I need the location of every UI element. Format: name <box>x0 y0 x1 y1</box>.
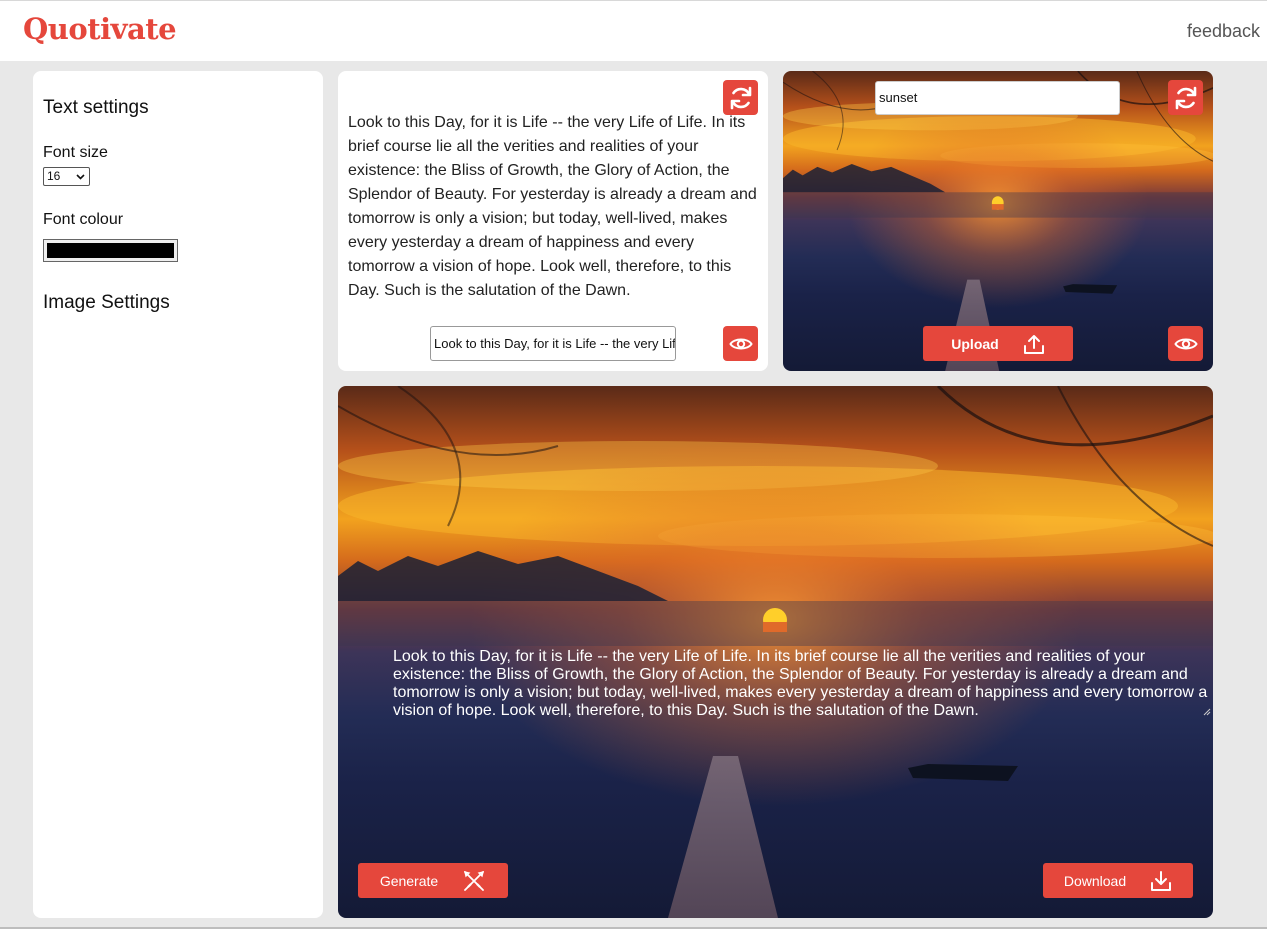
font-size-label: Font size <box>43 144 108 161</box>
preview-canvas: Look to this Day, for it is Life -- the … <box>338 386 1213 918</box>
eye-icon <box>1173 338 1198 349</box>
refresh-quote-button[interactable] <box>723 80 758 115</box>
refresh-icon <box>730 86 751 109</box>
generate-label: Generate <box>379 872 439 889</box>
toggle-image-visibility-button[interactable] <box>1168 326 1203 361</box>
font-colour-label: Font colour <box>43 211 124 228</box>
settings-sidebar: Text settings Font size 16 Font colour I… <box>33 71 323 918</box>
colour-swatch <box>47 243 174 258</box>
refresh-image-button[interactable] <box>1168 80 1203 115</box>
image-settings-heading: Image Settings <box>43 292 170 313</box>
upload-icon <box>1023 334 1044 354</box>
app-logo[interactable]: Quotivate <box>23 12 177 46</box>
download-label: Download <box>1063 872 1127 889</box>
quote-input[interactable]: Look to this Day, for it is Life -- the … <box>430 326 676 361</box>
feedback-link[interactable]: feedback <box>1187 21 1260 42</box>
overlay-quote-text[interactable]: Look to this Day, for it is Life -- the … <box>393 648 1213 720</box>
upload-button[interactable]: Upload <box>923 326 1073 361</box>
font-colour-picker[interactable] <box>43 239 178 262</box>
refresh-icon <box>1175 86 1196 109</box>
toggle-quote-visibility-button[interactable] <box>723 326 758 361</box>
eye-icon <box>728 338 753 349</box>
top-bar: Quotivate feedback <box>0 0 1267 61</box>
quote-text: Look to this Day, for it is Life -- the … <box>348 114 757 299</box>
text-settings-heading: Text settings <box>43 97 149 118</box>
font-size-value: 16 <box>47 169 61 183</box>
generate-button[interactable]: Generate <box>358 863 508 898</box>
chevron-down-icon <box>75 168 86 191</box>
image-panel: sunset Upload <box>783 71 1213 371</box>
image-search-input[interactable]: sunset <box>875 81 1120 115</box>
download-icon <box>1151 870 1172 891</box>
upload-label: Upload <box>951 335 999 352</box>
resize-handle-icon[interactable] <box>1203 708 1211 716</box>
quote-panel: Look to this Day, for it is Life -- the … <box>338 71 768 371</box>
download-button[interactable]: Download <box>1043 863 1193 898</box>
generate-icon <box>464 870 485 891</box>
font-size-select[interactable]: 16 <box>43 167 90 186</box>
